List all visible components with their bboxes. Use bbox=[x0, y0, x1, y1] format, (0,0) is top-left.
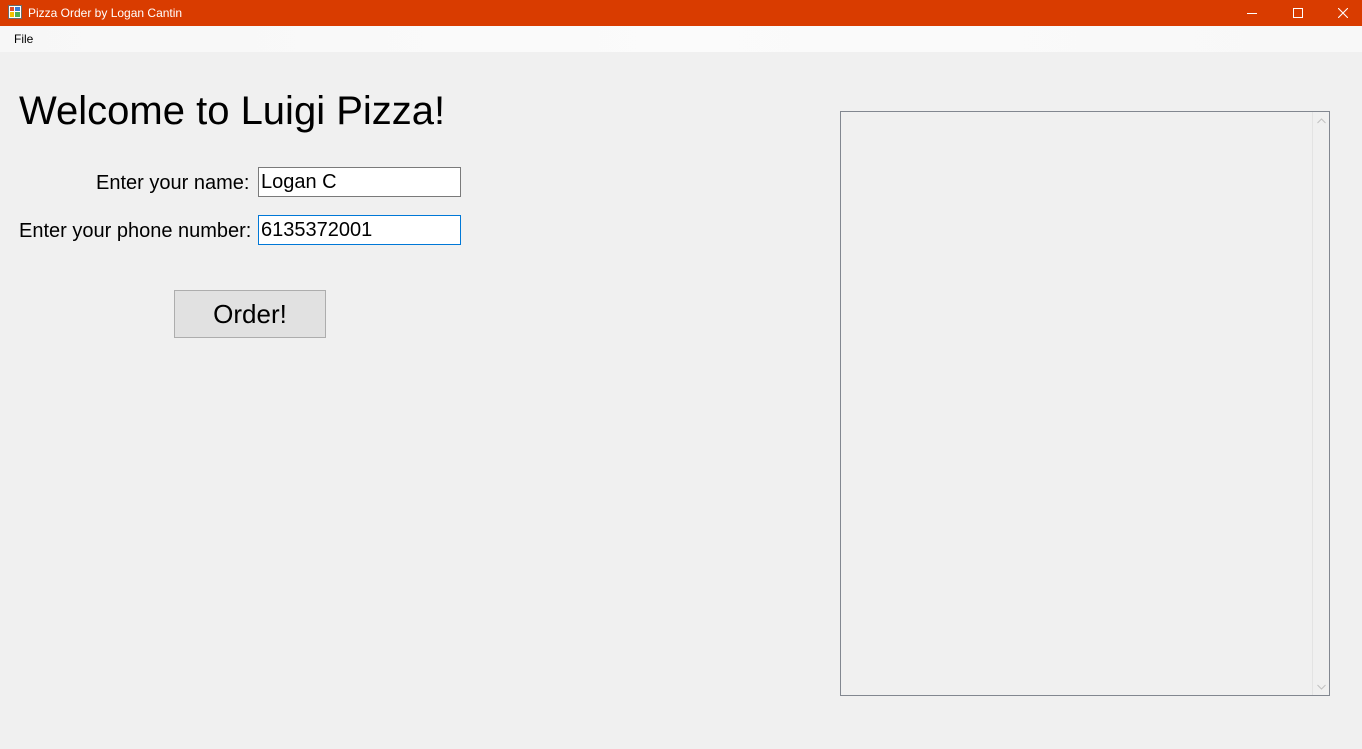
order-button[interactable]: Order! bbox=[174, 290, 326, 338]
window-title: Pizza Order by Logan Cantin bbox=[28, 6, 183, 20]
welcome-heading: Welcome to Luigi Pizza! bbox=[19, 89, 446, 133]
vertical-scrollbar[interactable] bbox=[1312, 112, 1329, 695]
phone-input[interactable] bbox=[258, 215, 461, 245]
close-icon bbox=[1338, 8, 1348, 18]
scroll-down-button[interactable] bbox=[1313, 678, 1330, 695]
menu-bar: File bbox=[0, 26, 1362, 52]
maximize-button[interactable] bbox=[1275, 0, 1321, 26]
scroll-up-button[interactable] bbox=[1313, 112, 1330, 129]
phone-label: Enter your phone number: bbox=[19, 220, 252, 242]
chevron-down-icon bbox=[1317, 684, 1326, 690]
minimize-button[interactable] bbox=[1229, 0, 1275, 26]
close-button[interactable] bbox=[1320, 0, 1362, 26]
name-label: Enter your name: bbox=[96, 172, 250, 194]
order-output-textbox[interactable] bbox=[840, 111, 1330, 696]
menu-file[interactable]: File bbox=[8, 30, 39, 48]
name-input[interactable] bbox=[258, 167, 461, 197]
app-window: Pizza Order by Logan Cantin File Welcome… bbox=[0, 0, 1362, 749]
app-icon bbox=[8, 5, 22, 19]
minimize-icon bbox=[1247, 13, 1257, 14]
maximize-icon bbox=[1293, 8, 1303, 18]
chevron-up-icon bbox=[1317, 117, 1326, 123]
title-bar[interactable]: Pizza Order by Logan Cantin bbox=[0, 0, 1362, 26]
